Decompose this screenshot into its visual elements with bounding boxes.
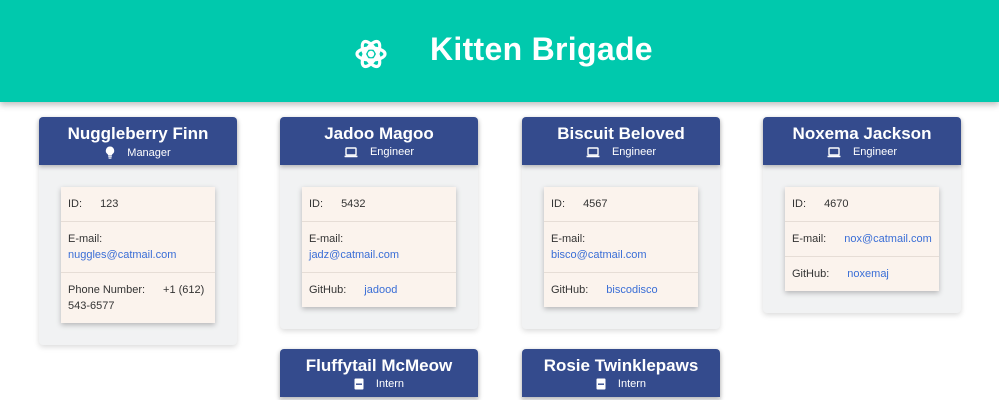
role-label: Intern: [617, 378, 647, 390]
info-list: ID: 5432 E-mail: jadz@catmail.com GitHub: j…: [302, 187, 456, 307]
github-link[interactable]: biscodisco: [606, 284, 657, 296]
page-title: Kitten Brigade: [430, 31, 653, 67]
info-list: ID: 123 E-mail: nuggles@catmail.com Phone…: [61, 187, 215, 323]
employee-role: Engineer: [522, 146, 720, 158]
employee-card: Noxema Jackson Engineer ID: 4670 E-mail: n…: [763, 117, 961, 313]
email-link[interactable]: jadz@catmail.com: [309, 249, 399, 261]
email-link[interactable]: nuggles@catmail.com: [68, 247, 208, 263]
header-banner: Kitten Brigade: [0, 0, 999, 102]
employee-name: Fluffytail McMeow: [305, 356, 453, 375]
phone-value: +1 (612): [163, 284, 205, 296]
id-label: ID:: [309, 198, 324, 210]
phone-value-cont: 543-6577: [68, 300, 115, 312]
employee-name: Noxema Jackson: [792, 124, 932, 143]
employee-name: Nuggleberry Finn: [67, 124, 209, 143]
card-header: Biscuit Beloved Engineer: [522, 117, 720, 165]
card-header: Fluffytail McMeow Intern: [280, 349, 478, 397]
employee-card: Nuggleberry Finn Manager ID: 123 E-mail: …: [39, 117, 237, 345]
employee-card: Jadoo Magoo Engineer ID: 5432 E-mail: jadz…: [280, 117, 478, 329]
email-link[interactable]: bisco@catmail.com: [551, 249, 647, 261]
phone-label: Phone Number:: [68, 284, 146, 296]
card-header: Jadoo Magoo Engineer: [280, 117, 478, 165]
email-link[interactable]: nox@catmail.com: [844, 233, 932, 245]
role-label: Intern: [375, 378, 405, 390]
school-icon: [596, 378, 606, 390]
list-item: ID: 4670: [785, 187, 939, 222]
employee-name: Biscuit Beloved: [557, 124, 685, 143]
info-list: ID: 4670 E-mail: nox@catmail.com GitHub: no…: [785, 187, 939, 291]
school-icon: [354, 378, 364, 390]
card-header: Rosie Twinklepaws Intern: [522, 349, 720, 397]
employee-name: Jadoo Magoo: [324, 124, 434, 143]
email-label: E-mail:: [792, 233, 827, 245]
list-item: GitHub: jadood: [302, 273, 456, 307]
employee-role: Intern: [280, 378, 478, 390]
role-label: Engineer: [611, 146, 657, 158]
email-label: E-mail:: [309, 233, 344, 245]
employee-card: Fluffytail McMeow Intern: [280, 349, 478, 400]
info-list: ID: 4567 E-mail: bisco@catmail.com GitHub:…: [544, 187, 698, 307]
list-item: ID: 5432: [302, 187, 456, 222]
employee-card: Rosie Twinklepaws Intern: [522, 349, 720, 400]
github-link[interactable]: noxemaj: [847, 268, 889, 280]
email-label: E-mail:: [68, 233, 103, 245]
lightbulb-icon: [106, 146, 115, 159]
github-label: GitHub:: [551, 284, 589, 296]
card-header: Noxema Jackson Engineer: [763, 117, 961, 165]
employee-card: Biscuit Beloved Engineer ID: 4567 E-mail:…: [522, 117, 720, 329]
github-link[interactable]: jadood: [364, 284, 397, 296]
list-item: Phone Number: +1 (612) 543-6577: [61, 273, 215, 323]
employee-role: Intern: [522, 378, 720, 390]
list-item: GitHub: biscodisco: [544, 273, 698, 307]
atom-icon: [355, 39, 387, 69]
id-value: 123: [100, 198, 119, 210]
id-label: ID:: [551, 198, 566, 210]
role-label: Engineer: [369, 146, 415, 158]
laptop-icon: [344, 146, 358, 157]
card-header: Nuggleberry Finn Manager: [39, 117, 237, 165]
laptop-icon: [827, 146, 841, 157]
id-value: 5432: [341, 198, 366, 210]
id-value: 4567: [583, 198, 608, 210]
employee-role: Manager: [39, 146, 237, 159]
list-item: E-mail: bisco@catmail.com: [544, 222, 698, 273]
list-item: E-mail: jadz@catmail.com: [302, 222, 456, 273]
github-label: GitHub:: [309, 284, 347, 296]
laptop-icon: [586, 146, 600, 157]
list-item: E-mail: nox@catmail.com: [785, 222, 939, 257]
email-label: E-mail:: [551, 233, 586, 245]
id-label: ID:: [68, 198, 83, 210]
employee-role: Engineer: [280, 146, 478, 158]
employee-role: Engineer: [763, 146, 961, 158]
id-value: 4670: [824, 198, 849, 210]
role-label: Engineer: [852, 146, 898, 158]
list-item: E-mail: nuggles@catmail.com: [61, 222, 215, 273]
employee-name: Rosie Twinklepaws: [543, 356, 699, 375]
github-label: GitHub:: [792, 268, 830, 280]
list-item: ID: 123: [61, 187, 215, 222]
list-item: ID: 4567: [544, 187, 698, 222]
list-item: GitHub: noxemaj: [785, 257, 939, 291]
role-label: Manager: [127, 146, 171, 159]
id-label: ID:: [792, 198, 807, 210]
